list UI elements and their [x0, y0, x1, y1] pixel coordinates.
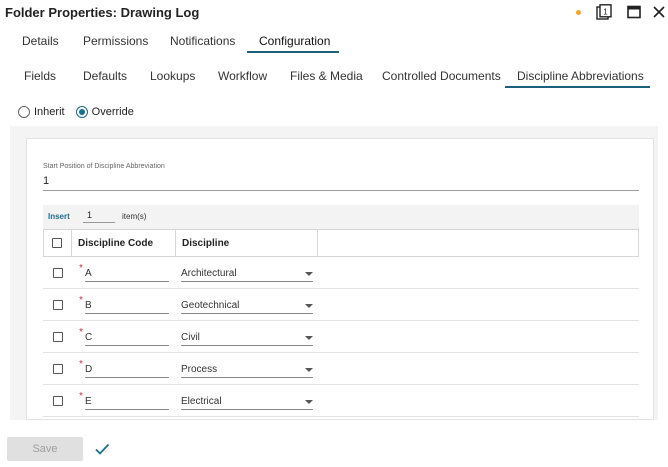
discipline-select-value: Civil [181, 332, 200, 343]
window-title: Folder Properties: Drawing Log [5, 5, 200, 20]
discipline-select[interactable]: Geotechnical [181, 298, 313, 314]
tab-discipline-abbreviations[interactable]: Discipline Abbreviations [517, 69, 644, 83]
inherit-label: Inherit [34, 106, 65, 119]
tab-permissions[interactable]: Permissions [83, 34, 148, 48]
required-asterisk: * [79, 263, 83, 274]
required-asterisk: * [79, 295, 83, 306]
table-row: * C Civil [43, 321, 639, 353]
chevron-down-icon [305, 336, 313, 340]
discipline-select-value: Electrical [181, 396, 222, 407]
start-position-input[interactable]: 1 [43, 175, 639, 191]
header-discipline[interactable]: Discipline [176, 230, 318, 256]
table-row: * E Electrical [43, 385, 639, 417]
discipline-select[interactable]: Architectural [181, 266, 313, 282]
status-dot-icon [576, 10, 581, 15]
discipline-code-input[interactable]: E [85, 394, 169, 410]
close-icon[interactable] [651, 4, 667, 20]
inherit-radio[interactable] [18, 106, 30, 119]
chevron-down-icon [305, 272, 313, 276]
discipline-code-input[interactable]: C [85, 330, 169, 346]
required-asterisk: * [79, 391, 83, 402]
required-asterisk: * [79, 327, 83, 338]
discipline-select[interactable]: Process [181, 362, 313, 378]
save-button[interactable]: Save [7, 437, 83, 461]
row-checkbox[interactable] [53, 332, 63, 342]
tab-controlled-documents[interactable]: Controlled Documents [382, 69, 501, 83]
discipline-select[interactable]: Civil [181, 330, 313, 346]
tab-details[interactable]: Details [22, 34, 59, 48]
insert-button[interactable]: Insert [48, 212, 70, 221]
grid-header: Discipline Code Discipline [43, 229, 639, 257]
header-discipline-code[interactable]: Discipline Code [72, 230, 176, 256]
tab-workflow[interactable]: Workflow [218, 69, 267, 83]
discipline-select-value: Geotechnical [181, 300, 240, 311]
discipline-select-value: Architectural [181, 268, 237, 279]
row-checkbox[interactable] [53, 300, 63, 310]
row-checkbox[interactable] [53, 268, 63, 278]
tab-lookups[interactable]: Lookups [150, 69, 195, 83]
discipline-code-input[interactable]: D [85, 362, 169, 378]
override-label: Override [91, 106, 134, 119]
tab-defaults[interactable]: Defaults [83, 69, 127, 83]
tab-notifications[interactable]: Notifications [170, 34, 235, 48]
chevron-down-icon [305, 400, 313, 404]
start-position-label: Start Position of Discipline Abbreviatio… [43, 163, 165, 170]
insert-unit-label: item(s) [122, 212, 147, 221]
discipline-select-value: Process [181, 364, 218, 375]
header-discipline-label: Discipline [182, 238, 230, 249]
discipline-code-input[interactable]: A [85, 266, 169, 282]
chevron-down-icon [305, 368, 313, 372]
tab-files-media[interactable]: Files & Media [290, 69, 363, 83]
maximize-icon[interactable] [626, 4, 642, 20]
insert-count-input[interactable]: 1 [83, 210, 115, 223]
chevron-down-icon [305, 304, 313, 308]
tab-configuration[interactable]: Configuration [259, 34, 330, 48]
table-row: * B Geotechnical [43, 289, 639, 321]
active-tab-indicator [247, 51, 339, 53]
svg-text:1: 1 [603, 8, 608, 17]
row-checkbox[interactable] [53, 364, 63, 374]
active-subtab-indicator [505, 86, 650, 88]
discipline-abbreviations-panel: Start Position of Discipline Abbreviatio… [26, 138, 654, 420]
table-row: * A Architectural [43, 257, 639, 289]
header-discipline-code-label: Discipline Code [78, 238, 154, 249]
pages-icon[interactable]: 1 [596, 4, 612, 20]
inherit-override-radio-group: Inherit Override [18, 106, 142, 120]
discipline-select[interactable]: Electrical [181, 394, 313, 410]
tab-fields[interactable]: Fields [24, 69, 56, 83]
discipline-code-input[interactable]: B [85, 298, 169, 314]
row-checkbox[interactable] [53, 396, 63, 406]
override-radio[interactable] [75, 106, 88, 119]
insert-toolbar: Insert 1 item(s) [43, 205, 639, 229]
required-asterisk: * [79, 359, 83, 370]
header-select-cell [44, 230, 72, 256]
title-bar: Folder Properties: Drawing Log 1 [0, 0, 668, 26]
select-all-checkbox[interactable] [52, 238, 62, 248]
checkmark-icon[interactable] [94, 441, 110, 457]
table-row: * D Process [43, 353, 639, 385]
